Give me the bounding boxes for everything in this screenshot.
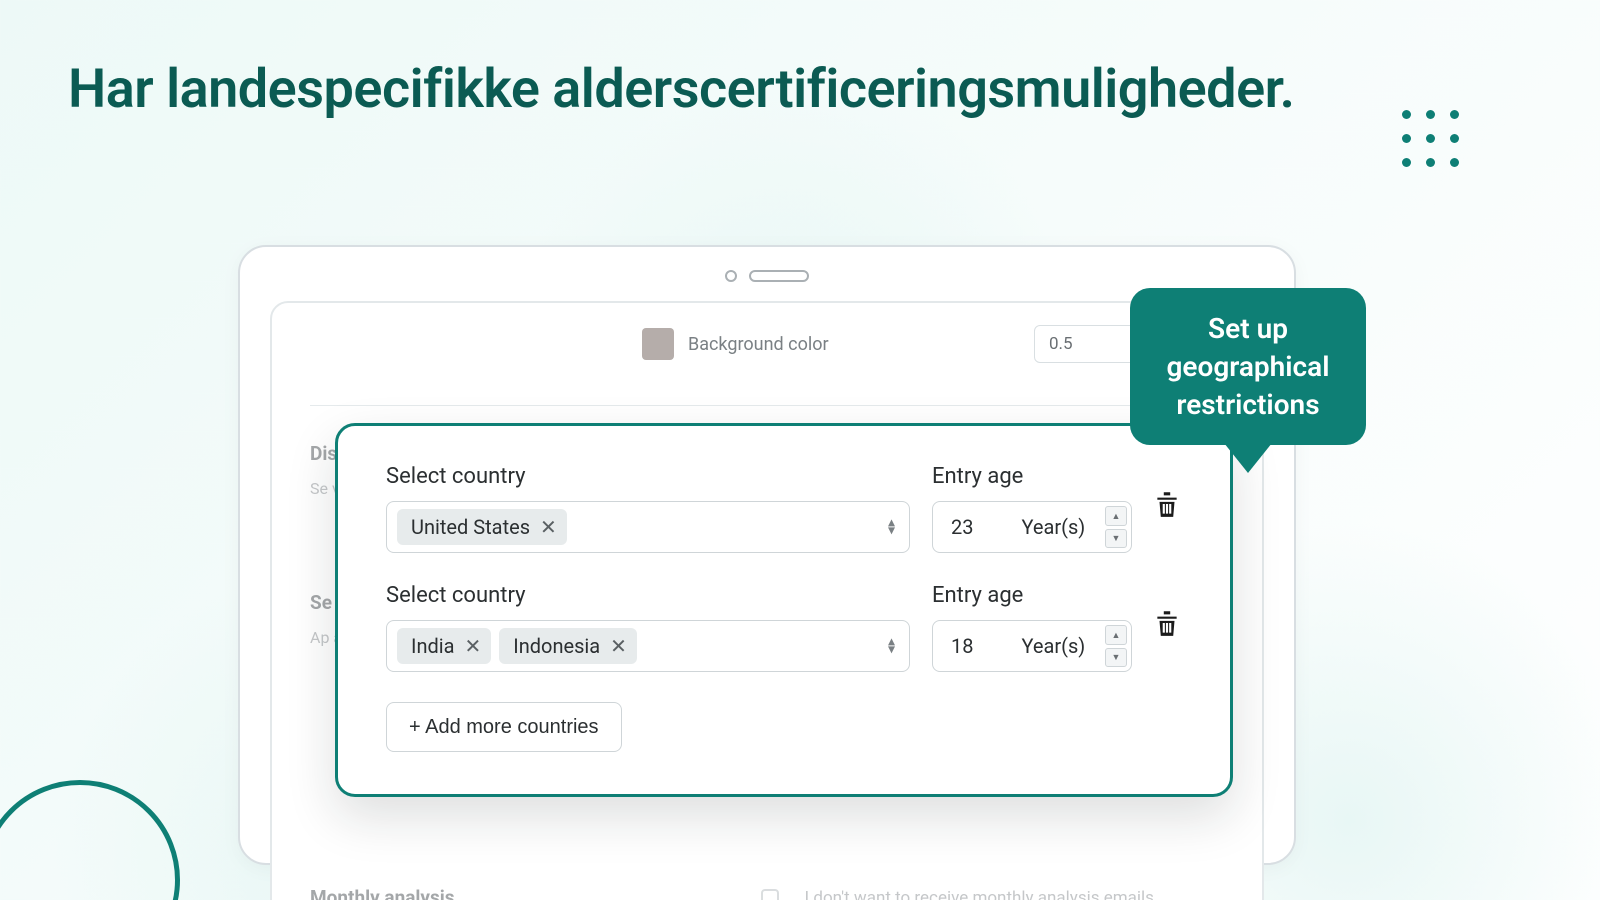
country-chip-label: United States <box>411 515 530 539</box>
add-more-countries-button[interactable]: + Add more countries <box>386 702 622 752</box>
trash-icon <box>1154 608 1180 638</box>
country-chip-label: India <box>411 634 455 658</box>
divider <box>310 405 1224 406</box>
page-title: Har landespecifikke alderscertificerings… <box>68 58 1295 121</box>
remove-chip-icon[interactable]: ✕ <box>610 636 627 656</box>
country-select[interactable]: India ✕ Indonesia ✕ ▴▾ <box>386 620 910 672</box>
select-country-label: Select country <box>386 583 910 608</box>
country-chip[interactable]: Indonesia ✕ <box>499 628 637 664</box>
country-age-row: Select country India ✕ Indonesia ✕ ▴▾ En… <box>386 583 1182 672</box>
select-country-label: Select country <box>386 464 910 489</box>
select-caret-icon: ▴▾ <box>888 519 895 534</box>
entry-age-input[interactable]: 18 Year(s) ▲ ▼ <box>932 620 1132 672</box>
geo-restrictions-callout: Set up geographical restrictions <box>1130 288 1366 445</box>
monthly-optout-text: I don't want to receive monthly analysis… <box>805 888 1154 900</box>
age-step-down[interactable]: ▼ <box>1105 648 1127 668</box>
entry-age-unit: Year(s) <box>1021 515 1085 539</box>
entry-age-input[interactable]: 23 Year(s) ▲ ▼ <box>932 501 1132 553</box>
entry-age-label: Entry age <box>932 583 1132 608</box>
background-color-swatch[interactable] <box>642 328 674 360</box>
trash-icon <box>1154 489 1180 519</box>
entry-age-label: Entry age <box>932 464 1132 489</box>
monthly-optout-checkbox[interactable] <box>761 889 779 900</box>
age-step-down[interactable]: ▼ <box>1105 529 1127 549</box>
age-step-up[interactable]: ▲ <box>1105 625 1127 645</box>
decorative-dot-grid <box>1402 110 1460 168</box>
entry-age-value: 23 <box>951 515 973 539</box>
country-age-row: Select country United States ✕ ▴▾ Entry … <box>386 464 1182 553</box>
age-step-up[interactable]: ▲ <box>1105 506 1127 526</box>
delete-row-button[interactable] <box>1154 608 1182 642</box>
geo-restrictions-card: Select country United States ✕ ▴▾ Entry … <box>335 423 1233 797</box>
country-chip-label: Indonesia <box>513 634 600 658</box>
delete-row-button[interactable] <box>1154 489 1182 523</box>
country-chip[interactable]: India ✕ <box>397 628 491 664</box>
entry-age-value: 18 <box>951 634 973 658</box>
select-caret-icon: ▴▾ <box>888 638 895 653</box>
background-color-label: Background color <box>688 334 829 355</box>
entry-age-unit: Year(s) <box>1021 634 1085 658</box>
remove-chip-icon[interactable]: ✕ <box>465 636 482 656</box>
remove-chip-icon[interactable]: ✕ <box>540 517 557 537</box>
country-chip[interactable]: United States ✕ <box>397 509 567 545</box>
country-select[interactable]: United States ✕ ▴▾ <box>386 501 910 553</box>
monthly-analysis-label: Monthly analysis <box>310 886 455 900</box>
